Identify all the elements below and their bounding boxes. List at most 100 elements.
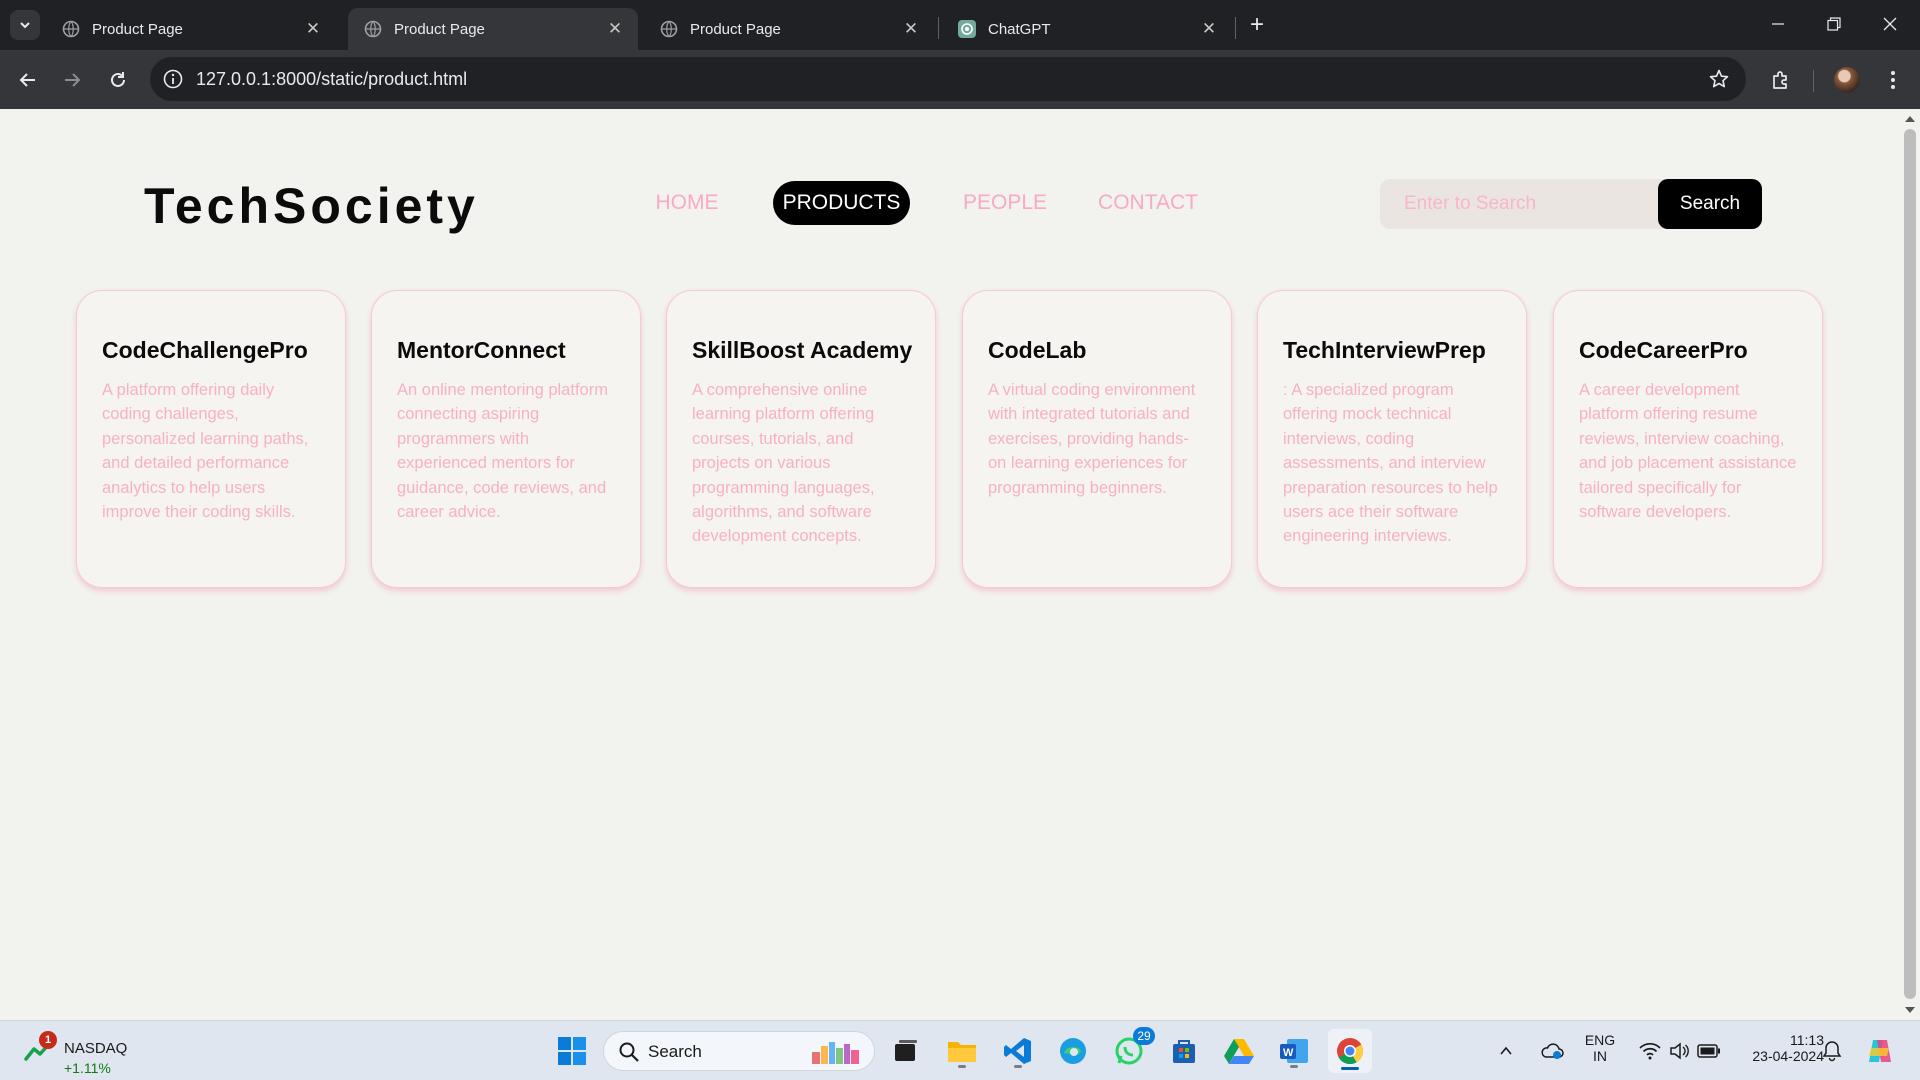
site-search: Search (1380, 179, 1762, 229)
browser-tab-bar: Product Page ✕ Product Page ✕ Product Pa… (0, 0, 1920, 50)
language-code: ENG (1584, 1032, 1616, 1048)
clock[interactable]: 11:13 23-04-2024 (1744, 1032, 1824, 1064)
scroll-up-arrow[interactable] (1905, 116, 1915, 122)
product-description: A platform offering daily coding challen… (102, 381, 309, 522)
folder-icon (948, 1042, 976, 1062)
product-card[interactable]: CodeCareerPro A career development platf… (1553, 290, 1823, 588)
close-icon[interactable]: ✕ (304, 20, 322, 38)
new-tab-button[interactable]: + (1243, 12, 1271, 40)
back-button[interactable] (12, 64, 44, 96)
running-indicator (1014, 1065, 1022, 1068)
bookmark-star-icon[interactable] (1708, 68, 1730, 90)
chrome-icon (1337, 1038, 1364, 1065)
tab-separator (1235, 17, 1236, 39)
volume-icon (1670, 1042, 1689, 1060)
product-title: SkillBoost Academy (692, 337, 913, 363)
product-description: A comprehensive online learning platform… (692, 381, 875, 546)
task-view-icon (895, 1040, 917, 1061)
scrollbar-thumb[interactable] (1904, 129, 1916, 999)
copilot-icon (1869, 1040, 1891, 1062)
product-card[interactable]: CodeChallengePro A platform offering dai… (76, 290, 346, 588)
address-bar[interactable]: 127.0.0.1:8000/static/product.html (150, 57, 1746, 101)
tab-title: Product Page (92, 20, 183, 38)
whatsapp-button[interactable]: 29 (1109, 1027, 1155, 1071)
search-icon (619, 1042, 639, 1062)
chatgpt-icon (958, 20, 976, 38)
product-description: An online mentoring platform connecting … (397, 381, 608, 522)
product-card[interactable]: TechInterviewPrep : A specialized progra… (1257, 290, 1527, 588)
globe-icon (660, 20, 678, 38)
nav-people[interactable]: PEOPLE (953, 181, 1057, 225)
taskbar-search[interactable]: Search (603, 1031, 875, 1071)
chrome-button[interactable] (1328, 1029, 1372, 1073)
site-info-icon[interactable] (162, 68, 184, 90)
nav-contact[interactable]: CONTACT (1090, 181, 1206, 225)
close-icon[interactable]: ✕ (902, 20, 920, 38)
browser-menu-button[interactable] (1876, 63, 1910, 97)
tab-title: Product Page (394, 20, 485, 38)
start-button[interactable] (552, 1031, 592, 1071)
close-icon[interactable]: ✕ (606, 20, 624, 38)
notifications-button[interactable] (1816, 1031, 1848, 1071)
language-indicator[interactable]: ENG IN (1582, 1032, 1618, 1064)
edge-button[interactable] (1053, 1031, 1093, 1071)
site-logo[interactable]: TechSociety (144, 177, 479, 235)
search-highlight-icon (812, 1042, 859, 1064)
product-title: TechInterviewPrep (1283, 337, 1486, 363)
more-vertical-icon (1891, 71, 1895, 89)
nav-products[interactable]: PRODUCTS (773, 181, 910, 225)
product-card[interactable]: MentorConnect An online mentoring platfo… (371, 290, 641, 588)
vscode-icon (1004, 1038, 1031, 1064)
search-input[interactable] (1380, 179, 1680, 229)
word-button[interactable]: W (1274, 1031, 1314, 1071)
vscode-button[interactable] (998, 1031, 1038, 1071)
product-description: A virtual coding environment with integr… (988, 381, 1196, 497)
onedrive-button[interactable] (1535, 1031, 1569, 1071)
browser-tab-4[interactable]: ChatGPT ✕ (942, 8, 1232, 50)
product-card[interactable]: CodeLab A virtual coding environment wit… (962, 290, 1232, 588)
store-button[interactable] (1164, 1031, 1204, 1071)
minimize-button[interactable] (1750, 0, 1806, 48)
product-description: : A specialized program offering mock te… (1283, 381, 1498, 546)
quick-settings-button[interactable] (1630, 1031, 1730, 1071)
show-hidden-icons-button[interactable] (1492, 1031, 1520, 1071)
puzzle-icon (1773, 71, 1787, 89)
file-explorer-button[interactable] (942, 1031, 982, 1071)
clock-time: 11:13 (1790, 1032, 1824, 1048)
close-window-button[interactable] (1862, 0, 1918, 48)
nav-home[interactable]: HOME (645, 181, 729, 225)
copilot-button[interactable] (1860, 1031, 1900, 1071)
browser-tab-1[interactable]: Product Page ✕ (46, 8, 336, 50)
tab-search-button[interactable] (10, 10, 40, 40)
wifi-icon (1639, 1042, 1661, 1060)
profile-button[interactable] (1830, 63, 1864, 97)
reload-button[interactable] (102, 64, 134, 96)
notification-badge: 29 (1133, 1027, 1155, 1045)
svg-text:W: W (1283, 1047, 1294, 1059)
forward-button[interactable] (56, 64, 88, 96)
search-button[interactable]: Search (1658, 179, 1762, 229)
reload-icon (111, 72, 125, 87)
product-title: CodeLab (988, 337, 1087, 363)
chevron-down-icon (20, 22, 30, 29)
url-text[interactable]: 127.0.0.1:8000/static/product.html (196, 69, 467, 90)
browser-tab-2[interactable]: Product Page ✕ (348, 8, 638, 50)
tab-title: ChatGPT (988, 20, 1051, 38)
edge-icon (1060, 1038, 1086, 1064)
product-card[interactable]: SkillBoost Academy A comprehensive onlin… (666, 290, 936, 588)
restore-button[interactable] (1806, 0, 1862, 48)
extensions-button[interactable] (1764, 63, 1798, 97)
scroll-down-arrow[interactable] (1905, 1007, 1915, 1013)
toolbar-separator (1813, 70, 1814, 92)
word-icon: W (1280, 1039, 1308, 1063)
close-icon[interactable]: ✕ (1200, 20, 1218, 38)
browser-tab-3[interactable]: Product Page ✕ (644, 8, 934, 50)
task-view-button[interactable] (886, 1031, 926, 1071)
language-region: IN (1593, 1048, 1607, 1064)
taskbar-search-label: Search (648, 1042, 702, 1061)
globe-icon (62, 20, 80, 38)
google-drive-button[interactable] (1219, 1031, 1259, 1071)
page-scrollbar[interactable] (1900, 109, 1920, 1020)
product-cards: CodeChallengePro A platform offering dai… (76, 290, 1824, 588)
stock-widget[interactable]: 1 NASDAQ +1.11% (24, 1029, 144, 1076)
